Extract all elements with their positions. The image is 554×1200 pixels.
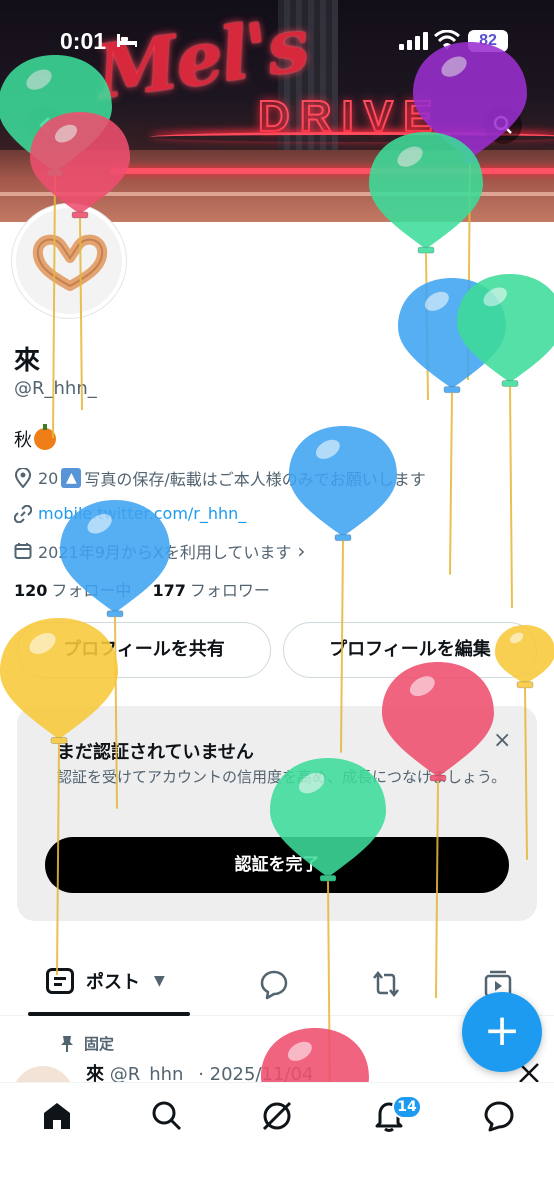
- compose-post-button[interactable]: +: [462, 992, 542, 1072]
- balloon-icon: [289, 426, 397, 753]
- chevron-down-icon: ▼: [154, 973, 165, 989]
- search-icon[interactable]: [150, 1099, 184, 1133]
- followers-label: フォロワー: [189, 581, 270, 600]
- following-count: 120: [14, 581, 48, 600]
- messages-icon[interactable]: [482, 1099, 516, 1133]
- followers-link[interactable]: 177 フォロワー: [153, 581, 270, 600]
- bed-icon: [117, 34, 137, 47]
- calendar-icon: [14, 543, 32, 559]
- grok-icon[interactable]: [260, 1099, 294, 1133]
- balloon-icon: [457, 274, 554, 609]
- pinned-indicator: 固定: [60, 1033, 114, 1054]
- balloon-icon: [382, 662, 494, 998]
- location-icon: [14, 468, 32, 488]
- balloon-icon: [495, 625, 554, 860]
- up-arrow-icon: ▲: [61, 468, 82, 488]
- link-icon: [14, 504, 32, 523]
- balloon-icon: [0, 618, 118, 976]
- location-prefix: 20: [38, 468, 59, 488]
- tab-active-indicator: [28, 1012, 190, 1016]
- notification-badge: 14: [392, 1095, 422, 1119]
- pinned-label: 固定: [84, 1035, 115, 1053]
- pin-icon: [61, 1035, 73, 1052]
- balloon-icon: [30, 112, 130, 410]
- bottom-navigation: 14: [0, 1082, 554, 1200]
- status-time: 0:01: [60, 28, 107, 54]
- home-icon[interactable]: [40, 1099, 74, 1133]
